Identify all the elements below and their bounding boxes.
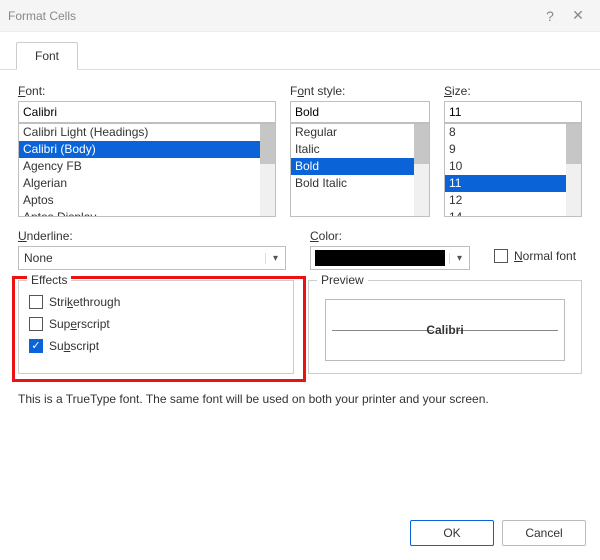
font-description: This is a TrueType font. The same font w… (18, 392, 582, 406)
size-label: Size: (444, 84, 582, 98)
color-label: Color: (310, 229, 470, 243)
chevron-down-icon: ▾ (265, 253, 285, 264)
list-item[interactable]: Algerian (19, 175, 275, 192)
list-item[interactable]: Regular (291, 124, 429, 141)
size-input[interactable] (444, 101, 582, 123)
list-item[interactable]: 9 (445, 141, 581, 158)
list-item[interactable]: 11 (445, 175, 581, 192)
font-input[interactable] (18, 101, 276, 123)
superscript-checkbox[interactable]: Superscript (29, 317, 283, 331)
dialog-footer: OK Cancel (410, 520, 586, 546)
size-listbox[interactable]: 8910111214 (444, 123, 582, 217)
effects-group: Effects Strikethrough Superscript Subscr… (18, 280, 294, 374)
tab-strip: Font (0, 36, 600, 70)
list-item[interactable]: Aptos (19, 192, 275, 209)
font-style-listbox[interactable]: RegularItalicBoldBold Italic (290, 123, 430, 217)
help-icon[interactable]: ? (536, 8, 564, 24)
font-label: Font: (18, 84, 276, 98)
preview-text: Calibri (326, 323, 564, 337)
font-listbox[interactable]: Calibri Light (Headings)Calibri (Body)Ag… (18, 123, 276, 217)
list-item[interactable]: Calibri (Body) (19, 141, 275, 158)
dialog-title: Format Cells (8, 9, 536, 23)
preview-legend: Preview (317, 273, 368, 287)
font-style-input[interactable] (290, 101, 430, 123)
cancel-button[interactable]: Cancel (502, 520, 586, 546)
color-swatch (315, 250, 445, 266)
ok-button[interactable]: OK (410, 520, 494, 546)
underline-label: Underline: (18, 229, 286, 243)
subscript-checkbox[interactable]: Subscript (29, 339, 283, 353)
underline-select[interactable]: None ▾ (18, 246, 286, 270)
list-item[interactable]: Aptos Display (19, 209, 275, 217)
chevron-down-icon: ▾ (449, 253, 469, 264)
preview-area: Calibri (325, 299, 565, 361)
font-style-label: Font style: (290, 84, 430, 98)
color-select[interactable]: ▾ (310, 246, 470, 270)
preview-group: Preview Calibri (308, 280, 582, 374)
list-item[interactable]: Bold (291, 158, 429, 175)
close-icon[interactable]: ✕ (564, 7, 592, 24)
strikethrough-checkbox[interactable]: Strikethrough (29, 295, 283, 309)
list-item[interactable]: Italic (291, 141, 429, 158)
dialog-content: Font: Calibri Light (Headings)Calibri (B… (0, 70, 600, 414)
list-item[interactable]: Agency FB (19, 158, 275, 175)
list-item[interactable]: 8 (445, 124, 581, 141)
normal-font-checkbox[interactable]: Normal font (494, 249, 576, 263)
effects-legend: Effects (27, 273, 71, 287)
title-bar: Format Cells ? ✕ (0, 0, 600, 32)
list-item[interactable]: Bold Italic (291, 175, 429, 192)
list-item[interactable]: 12 (445, 192, 581, 209)
tab-font[interactable]: Font (16, 42, 78, 70)
list-item[interactable]: 14 (445, 209, 581, 217)
list-item[interactable]: 10 (445, 158, 581, 175)
list-item[interactable]: Calibri Light (Headings) (19, 124, 275, 141)
